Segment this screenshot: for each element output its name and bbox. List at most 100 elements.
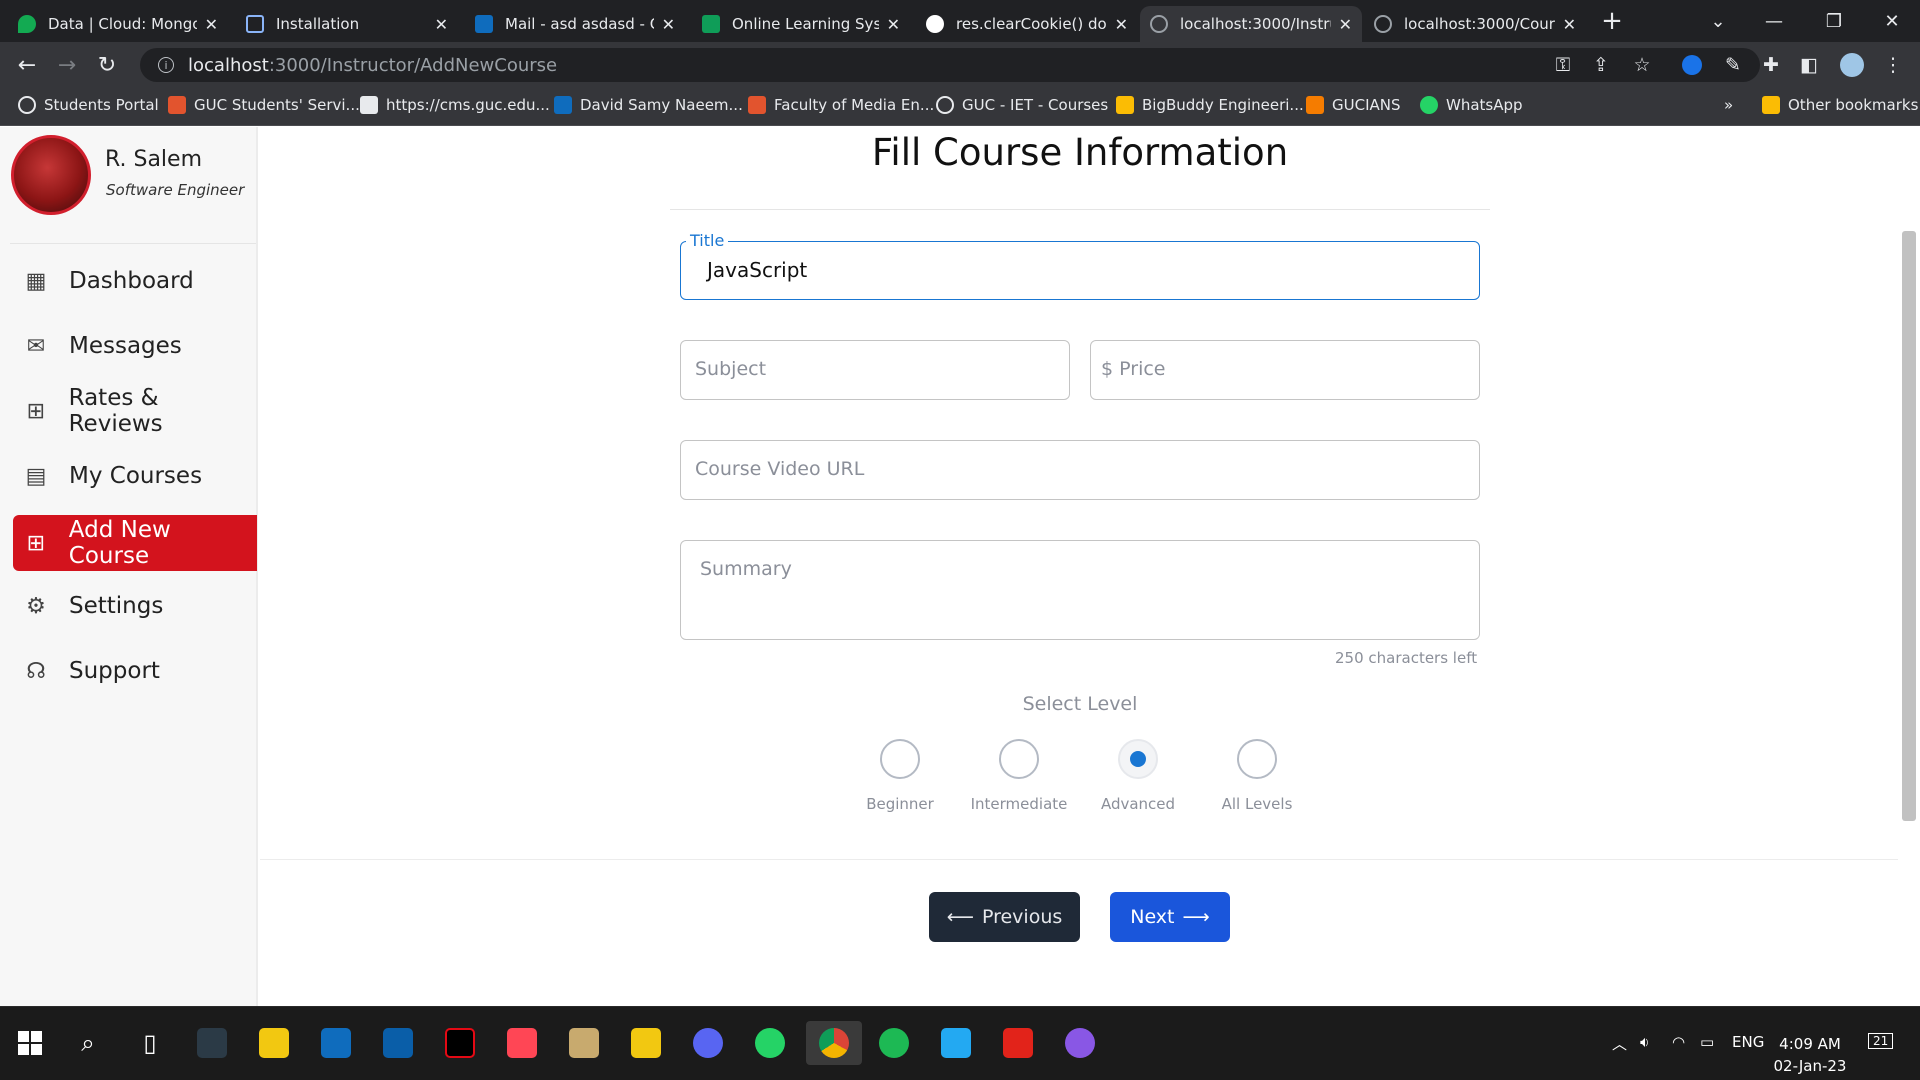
windows-start-icon[interactable] [8,1021,52,1065]
radio-intermediate[interactable] [999,739,1039,779]
tab-installation[interactable]: Installation ✕ [236,6,458,42]
valorant-icon[interactable] [500,1021,544,1065]
side-panel-icon[interactable]: ◧ [1794,50,1824,80]
sidebar-item-settings[interactable]: ⚙ Settings [13,578,257,634]
close-icon[interactable]: ✕ [887,15,900,34]
share-icon[interactable]: ⇪ [1586,50,1616,80]
bookmark-item[interactable]: GUC Students' Servi... [168,96,360,114]
page-scrollbar[interactable] [1898,127,1920,1006]
sidebar-item-label: My Courses [69,463,203,489]
bookmark-item[interactable]: Faculty of Media En... [748,96,934,114]
profile-avatar[interactable] [1837,50,1867,80]
whatsapp-icon[interactable] [748,1021,792,1065]
league-icon[interactable] [562,1021,606,1065]
doc-icon [246,15,264,33]
tab-localhost-course[interactable]: localhost:3000/Course✕ [1364,6,1586,42]
wifi-icon[interactable]: ◠ [1672,1033,1685,1051]
close-icon[interactable]: ✕ [662,15,675,34]
radio-beginner[interactable] [880,739,920,779]
outlook-icon[interactable] [376,1021,420,1065]
radio-advanced[interactable] [1118,739,1158,779]
extension-shazam-icon[interactable] [1677,50,1707,80]
extension-pen-icon[interactable]: ✎ [1718,50,1748,80]
language-indicator[interactable]: ENG [1732,1033,1764,1051]
volume-icon[interactable]: 🔉︎ [1640,1033,1649,1051]
bookmark-item[interactable]: Students Portal [18,96,159,114]
task-view-icon[interactable]: ▯ [128,1021,172,1065]
github-desktop-icon[interactable] [1058,1021,1102,1065]
summary-textarea[interactable]: Summary [680,540,1480,640]
bookmark-item[interactable]: BigBuddy Engineeri... [1116,96,1304,114]
title-field[interactable]: JavaScript [680,241,1480,300]
tab-github[interactable]: res.clearCookie() does✕ [916,6,1138,42]
subject-field[interactable]: Subject [680,340,1070,400]
key-icon[interactable]: ⚿ [1548,50,1578,80]
close-icon[interactable]: ✕ [1339,15,1352,34]
chevron-up-icon[interactable]: ︿ [1612,1033,1627,1054]
video-url-field[interactable]: Course Video URL [680,440,1480,500]
next-button[interactable]: Next ⟶ [1110,892,1230,942]
restore-button[interactable]: ❐ [1806,0,1862,42]
reload-icon[interactable]: ↻ [92,50,122,80]
close-icon[interactable]: ✕ [1563,15,1576,34]
bookmark-item[interactable]: David Samy Naeem... [554,96,743,114]
other-bookmarks[interactable]: Other bookmarks [1762,96,1918,114]
bookmark-star-icon[interactable]: ☆ [1627,50,1657,80]
scrollbar-thumb[interactable] [1902,231,1916,821]
close-icon[interactable]: ✕ [1115,15,1128,34]
netflix-icon[interactable] [438,1021,482,1065]
sidebar-item-dashboard[interactable]: ▦ Dashboard [13,253,257,309]
gear-icon: ⚙ [26,593,46,619]
tab-mongodb[interactable]: Data | Cloud: MongoD ✕ [8,6,228,42]
back-arrow-icon[interactable]: ← [12,50,42,80]
radio-all-levels[interactable] [1237,739,1277,779]
sidebar-item-messages[interactable]: ✉ Messages [13,318,257,374]
previous-button[interactable]: ⟵ Previous [929,892,1080,942]
sidebar-item-add-new-course[interactable]: ⊞ Add New Course [13,515,257,571]
store-icon[interactable] [252,1021,296,1065]
mongodb-leaf-icon [18,15,36,33]
bookmark-item[interactable]: WhatsApp [1420,96,1523,114]
sidebar-item-support[interactable]: ☊ Support [13,643,257,699]
clock[interactable]: 4:09 AM 02-Jan-23 [1770,1033,1850,1077]
bookmark-item[interactable]: GUCIANS [1306,96,1401,114]
minimize-button[interactable]: — [1746,0,1802,42]
extensions-puzzle-icon[interactable]: ✚ [1756,50,1786,80]
predator-icon[interactable] [190,1021,234,1065]
sidebar-item-rates-reviews[interactable]: ⊞ Rates & Reviews [13,383,257,439]
price-field[interactable]: $ Price [1090,340,1480,400]
mail-app-icon[interactable] [314,1021,358,1065]
more-bookmarks-button[interactable]: » [1724,96,1733,114]
chrome-menu-icon[interactable]: ⋮ [1878,50,1908,80]
new-tab-button[interactable]: + [1584,0,1640,42]
battery-icon[interactable]: ▭ [1700,1033,1714,1051]
guc-logo-icon [168,96,186,114]
tab-mail[interactable]: Mail - asd asdasd - O ✕ [465,6,685,42]
radio-label: All Levels [1221,795,1293,813]
vscode-icon[interactable] [934,1021,978,1065]
tab-search-button[interactable]: ⌄ [1690,0,1746,42]
close-icon[interactable]: ✕ [205,15,218,34]
url-host: localhost [188,54,269,76]
tab-localhost-instructor[interactable]: localhost:3000/Instruc ✕ [1140,6,1362,42]
sidebar: R. Salem Software Engineer ▦ Dashboard ✉… [0,127,258,1006]
url-bar[interactable]: i localhost:3000/Instructor/AddNewCourse [140,48,1760,82]
forward-arrow-icon[interactable]: → [52,50,82,80]
clock-date: 02-Jan-23 [1773,1057,1847,1075]
acrobat-icon[interactable] [996,1021,1040,1065]
tab-sheets[interactable]: Online Learning Syste✕ [692,6,910,42]
radio-label: Beginner [866,795,934,813]
spotify-icon[interactable] [872,1021,916,1065]
close-window-button[interactable]: ✕ [1864,0,1920,42]
close-icon[interactable]: ✕ [435,15,448,34]
bookmark-item[interactable]: GUC - IET - Courses [936,96,1108,114]
bookmark-item[interactable]: https://cms.guc.edu... [360,96,550,114]
search-icon[interactable]: ⌕ [66,1021,110,1065]
site-info-icon[interactable]: i [158,57,174,73]
chrome-icon[interactable] [806,1021,862,1065]
sidebar-item-my-courses[interactable]: ▤ My Courses [13,448,257,504]
notifications-icon[interactable]: 21 [1868,1033,1894,1049]
divider [10,243,256,244]
file-explorer-icon[interactable] [624,1021,668,1065]
discord-icon[interactable] [686,1021,730,1065]
